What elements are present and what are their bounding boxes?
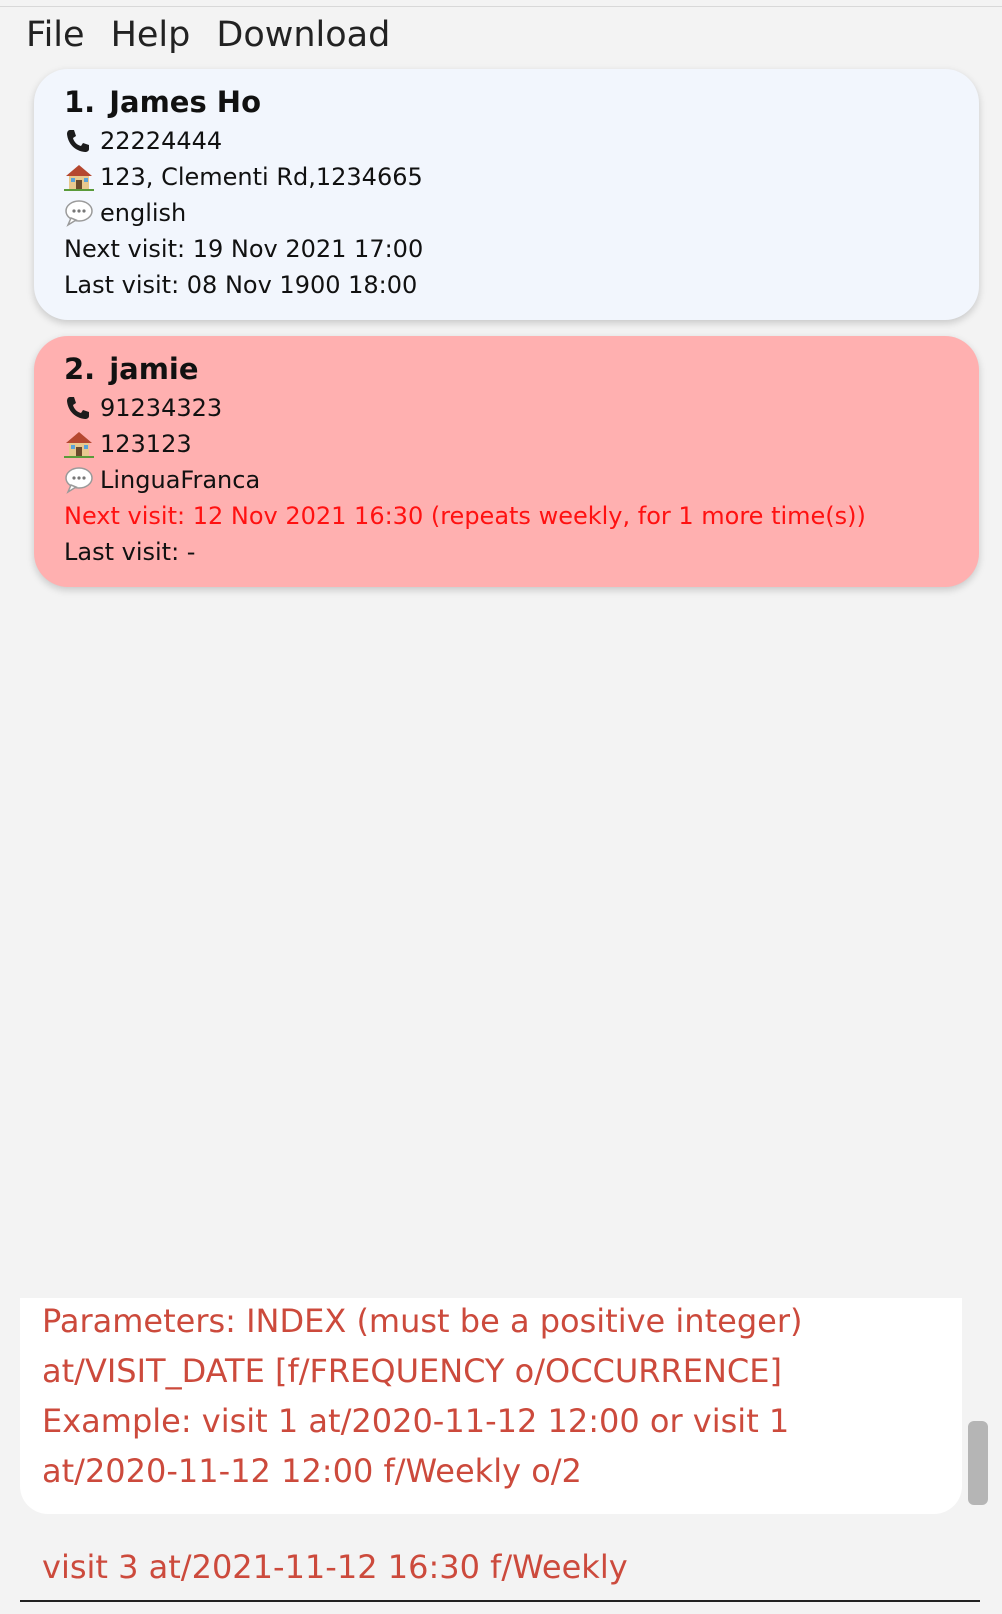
phone-icon <box>64 394 100 422</box>
person-phone: 91234323 <box>100 394 223 422</box>
menu-download[interactable]: Download <box>216 15 390 55</box>
person-card[interactable]: 1. James Ho 22224444 123, Clementi Rd,12… <box>34 69 979 320</box>
menu-help[interactable]: Help <box>111 15 191 55</box>
phone-icon <box>64 127 100 155</box>
person-heading: 2. jamie <box>64 348 949 390</box>
language-row: english <box>64 195 949 231</box>
chat-icon <box>64 466 100 494</box>
person-language: LinguaFranca <box>100 466 261 494</box>
house-icon <box>64 163 100 191</box>
result-text: Parameters: INDEX (must be a positive in… <box>42 1302 803 1490</box>
person-name: jamie <box>109 352 199 386</box>
last-visit: Last visit: 08 Nov 1900 18:00 <box>64 271 418 299</box>
phone-row: 91234323 <box>64 390 949 426</box>
person-heading: 1. James Ho <box>64 81 949 123</box>
person-language: english <box>100 199 187 227</box>
person-name: James Ho <box>109 85 261 119</box>
menu-bar: File Help Download <box>0 10 416 60</box>
language-row: LinguaFranca <box>64 462 949 498</box>
person-index: 1. <box>64 85 96 119</box>
house-icon <box>64 430 100 458</box>
result-display[interactable]: Parameters: INDEX (must be a positive in… <box>20 1298 962 1514</box>
phone-row: 22224444 <box>64 123 949 159</box>
person-card[interactable]: 2. jamie 91234323 123123 LinguaFranca Ne… <box>34 336 979 587</box>
chat-icon <box>64 199 100 227</box>
scrollbar-thumb[interactable] <box>968 1421 988 1505</box>
top-border <box>0 6 1002 7</box>
next-visit: Next visit: 19 Nov 2021 17:00 <box>64 235 424 263</box>
address-row: 123123 <box>64 426 949 462</box>
command-input[interactable] <box>20 1534 980 1602</box>
last-visit: Last visit: - <box>64 538 196 566</box>
menu-file[interactable]: File <box>26 15 85 55</box>
next-visit: Next visit: 12 Nov 2021 16:30 (repeats w… <box>64 502 866 530</box>
person-index: 2. <box>64 352 96 386</box>
person-phone: 22224444 <box>100 127 223 155</box>
person-address: 123, Clementi Rd,1234665 <box>100 163 423 191</box>
person-address: 123123 <box>100 430 192 458</box>
address-row: 123, Clementi Rd,1234665 <box>64 159 949 195</box>
